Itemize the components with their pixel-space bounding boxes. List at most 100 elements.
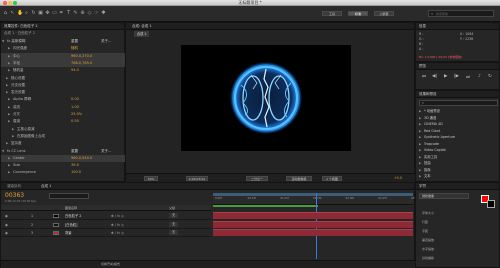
timecode-display[interactable]: 0;00;03;02: [186, 176, 208, 181]
eraser-tool-icon[interactable]: ◇: [87, 10, 92, 17]
loop-icon[interactable]: ↻: [488, 74, 492, 79]
composition-viewer[interactable]: [181, 45, 351, 151]
visibility-eye-icon[interactable]: ◉: [5, 221, 8, 229]
layer-name[interactable]: [白色粒]: [65, 221, 77, 229]
pan-behind-tool-icon[interactable]: ✥: [45, 10, 50, 17]
disclosure-triangle-icon[interactable]: ▶: [419, 134, 421, 140]
exposure-value[interactable]: +0.0: [394, 176, 402, 181]
views-dropdown[interactable]: 1 个视图: [322, 176, 342, 181]
layer-duration-bar[interactable]: [213, 212, 413, 219]
effects-search-input[interactable]: P.: [419, 100, 498, 106]
effect-property-row[interactable]: ▶ 闪光强度 随机: [1, 45, 126, 52]
effect-property-value[interactable]: 960.0,540.0: [71, 155, 92, 162]
character-property-label[interactable]: 垂直缩放: [422, 238, 434, 242]
visibility-eye-icon[interactable]: ◉: [5, 212, 8, 220]
effect-property-row[interactable]: ▶ 在原始图像上合成: [1, 133, 126, 140]
effect-property-row[interactable]: ▼ fx CC Lens 重置 关于...: [1, 148, 126, 155]
effect-about-link[interactable]: 关于...: [101, 148, 111, 155]
disclosure-triangle-icon[interactable]: ▶: [419, 154, 421, 160]
camera-dropdown[interactable]: 活动摄像机: [286, 176, 312, 181]
disclosure-triangle-icon[interactable]: ▼: [2, 38, 4, 45]
mask-tool-icon[interactable]: ▭: [52, 10, 57, 17]
character-property-label[interactable]: 字体大小: [422, 211, 434, 215]
layer-name[interactable]: 背景: [65, 229, 72, 237]
effect-property-row[interactable]: ▶ 中心 960.0,270.0: [1, 52, 126, 60]
disclosure-triangle-icon[interactable]: ▶: [8, 53, 10, 60]
clone-tool-icon[interactable]: ⊕: [80, 10, 85, 17]
puppet-tool-icon[interactable]: ✱: [101, 10, 106, 17]
disclosure-triangle-icon[interactable]: ▶: [8, 169, 10, 176]
disclosure-triangle-icon[interactable]: ▶: [8, 155, 10, 162]
home-icon[interactable]: ⌂: [3, 10, 8, 17]
work-area-bar[interactable]: [213, 193, 413, 196]
hand-tool-icon[interactable]: ✋: [17, 10, 23, 17]
disclosure-triangle-icon[interactable]: ▶: [419, 115, 421, 121]
effects-category-item[interactable]: ▶ 抠像: [416, 167, 499, 173]
layer-switches[interactable]: ✱ / fx ◎: [111, 212, 124, 220]
disclosure-triangle-icon[interactable]: ▶: [419, 128, 421, 134]
effect-property-row[interactable]: ▶ 湍流 1.00: [1, 104, 126, 111]
effects-category-item[interactable]: ▶ Video Copilot: [416, 147, 499, 153]
layer-parent-dropdown[interactable]: 无: [169, 221, 179, 227]
font-family-dropdown[interactable]: 微软雅黑: [419, 193, 469, 199]
character-property-label[interactable]: 基线偏移: [422, 256, 434, 260]
layer-name[interactable]: 白色粒子 2: [65, 212, 81, 220]
roto-tool-icon[interactable]: ☞: [94, 10, 99, 17]
camera-tool-icon[interactable]: ▣: [38, 10, 43, 17]
effects-category-item[interactable]: ▶ 实用工具: [416, 154, 499, 160]
stroke-color-swatch[interactable]: [487, 200, 495, 208]
effect-property-value[interactable]: 100.0: [71, 169, 81, 176]
toggle-switches-modes[interactable]: 切换开关/模式: [101, 261, 120, 268]
tab-composition[interactable]: 合成: 合成 1: [132, 24, 152, 29]
disclosure-triangle-icon[interactable]: ▶: [6, 89, 8, 96]
effect-property-row[interactable]: ▶ Center 960.0,540.0: [1, 154, 126, 162]
effect-property-row[interactable]: ▶ 复杂度: [1, 140, 126, 147]
layer-switches[interactable]: ✱ / fx ◎: [111, 221, 124, 229]
effect-property-row[interactable]: ▶ Convergence 100.0: [1, 169, 126, 176]
timeline-timecode[interactable]: 00363: [5, 192, 24, 199]
layer-row[interactable]: ◉ 2 [白色粒] ✱ / fx ◎ 无: [1, 221, 211, 229]
effect-property-row[interactable]: ▶ 发光设置: [1, 89, 126, 96]
effect-property-value[interactable]: 0.50: [71, 118, 79, 125]
disclosure-triangle-icon[interactable]: ▶: [8, 111, 10, 118]
audio-icon[interactable]: ♪: [478, 74, 481, 79]
effect-property-value[interactable]: 94.0: [71, 67, 79, 74]
disclosure-triangle-icon[interactable]: ▶: [12, 133, 14, 140]
visibility-eye-icon[interactable]: ◉: [5, 229, 8, 237]
layer-label-color-swatch[interactable]: [53, 222, 59, 227]
effect-about-link[interactable]: 关于...: [101, 38, 111, 45]
effect-property-value[interactable]: 1.00: [71, 104, 79, 111]
effect-property-row[interactable]: ▼ fx 高斯模糊 重置 关于...: [1, 38, 126, 45]
disclosure-triangle-icon[interactable]: ▼: [2, 148, 4, 155]
layer-parent-dropdown[interactable]: 无: [169, 230, 179, 235]
layer-duration-bar[interactable]: [213, 229, 413, 236]
layer-parent-dropdown[interactable]: 无: [169, 213, 179, 218]
disclosure-triangle-icon[interactable]: ▶: [419, 121, 421, 127]
text-tool-icon[interactable]: T: [66, 10, 71, 17]
effect-property-row[interactable]: ▶ 衰减 0.50: [1, 118, 126, 125]
timeline-ruler[interactable]: 0:00f00:15f01:00f01:15f02:00f02:15f03:00…: [213, 193, 419, 205]
composition-subtab[interactable]: 合成 1: [134, 31, 150, 37]
effect-property-value[interactable]: 960.0,270.0: [71, 53, 92, 60]
disclosure-triangle-icon[interactable]: ▶: [8, 45, 10, 52]
disclosure-triangle-icon[interactable]: ▶: [419, 147, 421, 153]
character-property-label[interactable]: 行距: [422, 220, 428, 224]
workspace-small[interactable]: 小屏幕: [374, 11, 394, 16]
effect-property-value[interactable]: 25.0%: [71, 111, 82, 118]
layer-label-color-swatch[interactable]: [53, 231, 59, 235]
next-frame-icon[interactable]: |▶: [454, 74, 459, 79]
disclosure-triangle-icon[interactable]: ▶: [8, 162, 10, 169]
tab-preview[interactable]: 预览: [419, 64, 426, 69]
effect-property-row[interactable]: ▶ 半径 768.0,765.0: [1, 59, 126, 67]
disclosure-triangle-icon[interactable]: ▶: [419, 108, 421, 114]
effects-category-item[interactable]: ▶ Trapcode: [416, 141, 499, 147]
effect-property-value[interactable]: 768.0,765.0: [71, 60, 92, 67]
workspace-tools[interactable]: 工具: [322, 11, 342, 16]
effect-property-row[interactable]: ▶ 分支设置: [1, 82, 126, 89]
layer-label-color-swatch[interactable]: [53, 214, 59, 218]
disclosure-triangle-icon[interactable]: ▶: [8, 60, 10, 67]
effects-category-item[interactable]: ▶ Synthetic Aperture: [416, 134, 499, 140]
first-frame-icon[interactable]: ⏮: [422, 74, 426, 80]
disclosure-triangle-icon[interactable]: ▶: [8, 104, 10, 111]
selection-tool-icon[interactable]: ↖: [10, 10, 15, 17]
